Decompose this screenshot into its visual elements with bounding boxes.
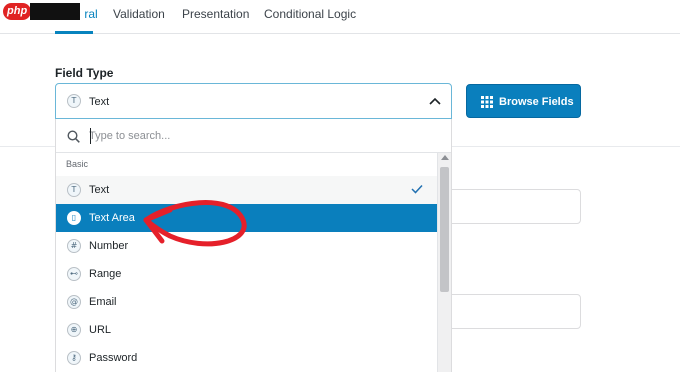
option-label: Number [89, 240, 129, 252]
option-label: Password [89, 352, 138, 364]
text-type-icon: T [67, 94, 81, 108]
scroll-up-arrow-icon[interactable] [441, 155, 449, 160]
range-icon: ⊷ [67, 267, 81, 281]
dropdown-scrollbar[interactable] [437, 153, 451, 372]
field-type-dropdown: Basic T Text ▯ Text Area # Number ⊷ Rang… [55, 119, 452, 372]
browse-fields-button[interactable]: Browse Fields [466, 84, 581, 118]
option-range[interactable]: ⊷ Range [56, 260, 437, 288]
option-label: Text Area [89, 212, 135, 224]
option-email[interactable]: @ Email [56, 288, 437, 316]
option-password[interactable]: ⚷ Password [56, 344, 437, 372]
option-text-area[interactable]: ▯ Text Area [56, 204, 437, 232]
option-url[interactable]: ⊕ URL [56, 316, 437, 344]
field-type-label: Field Type [55, 66, 114, 80]
watermark: php [0, 0, 84, 22]
watermark-redaction [30, 3, 80, 20]
background-input[interactable] [430, 189, 581, 224]
active-tab-indicator [55, 31, 93, 34]
email-icon: @ [67, 295, 81, 309]
option-label: Text [89, 184, 110, 196]
tab-validation[interactable]: Validation [113, 7, 165, 21]
dropdown-search [56, 119, 451, 153]
selected-field-type: Text [89, 96, 110, 108]
grid-icon [481, 96, 493, 108]
text-cursor [90, 128, 91, 144]
field-search-input[interactable] [89, 127, 429, 145]
textarea-icon: ▯ [67, 211, 81, 225]
browse-fields-label: Browse Fields [499, 96, 574, 108]
tab-conditional-logic[interactable]: Conditional Logic [264, 7, 356, 21]
watermark-logo: php [3, 3, 32, 20]
background-input[interactable] [430, 294, 581, 329]
text-icon: T [67, 183, 81, 197]
tab-presentation[interactable]: Presentation [182, 7, 249, 21]
field-type-select[interactable]: T Text [55, 83, 452, 119]
scrollbar-thumb[interactable] [440, 167, 449, 292]
group-label-basic: Basic [66, 159, 89, 169]
chevron-up-icon[interactable] [429, 96, 441, 106]
field-settings-tabs: General Validation Presentation Conditio… [0, 0, 680, 34]
key-icon: ⚷ [67, 351, 81, 365]
number-icon: # [67, 239, 81, 253]
globe-icon: ⊕ [67, 323, 81, 337]
option-label: Range [89, 268, 122, 280]
option-number[interactable]: # Number [56, 232, 437, 260]
option-label: URL [89, 324, 112, 336]
option-text[interactable]: T Text [56, 176, 437, 204]
option-label: Email [89, 296, 117, 308]
checkmark-icon [411, 184, 423, 194]
search-icon [67, 130, 80, 143]
